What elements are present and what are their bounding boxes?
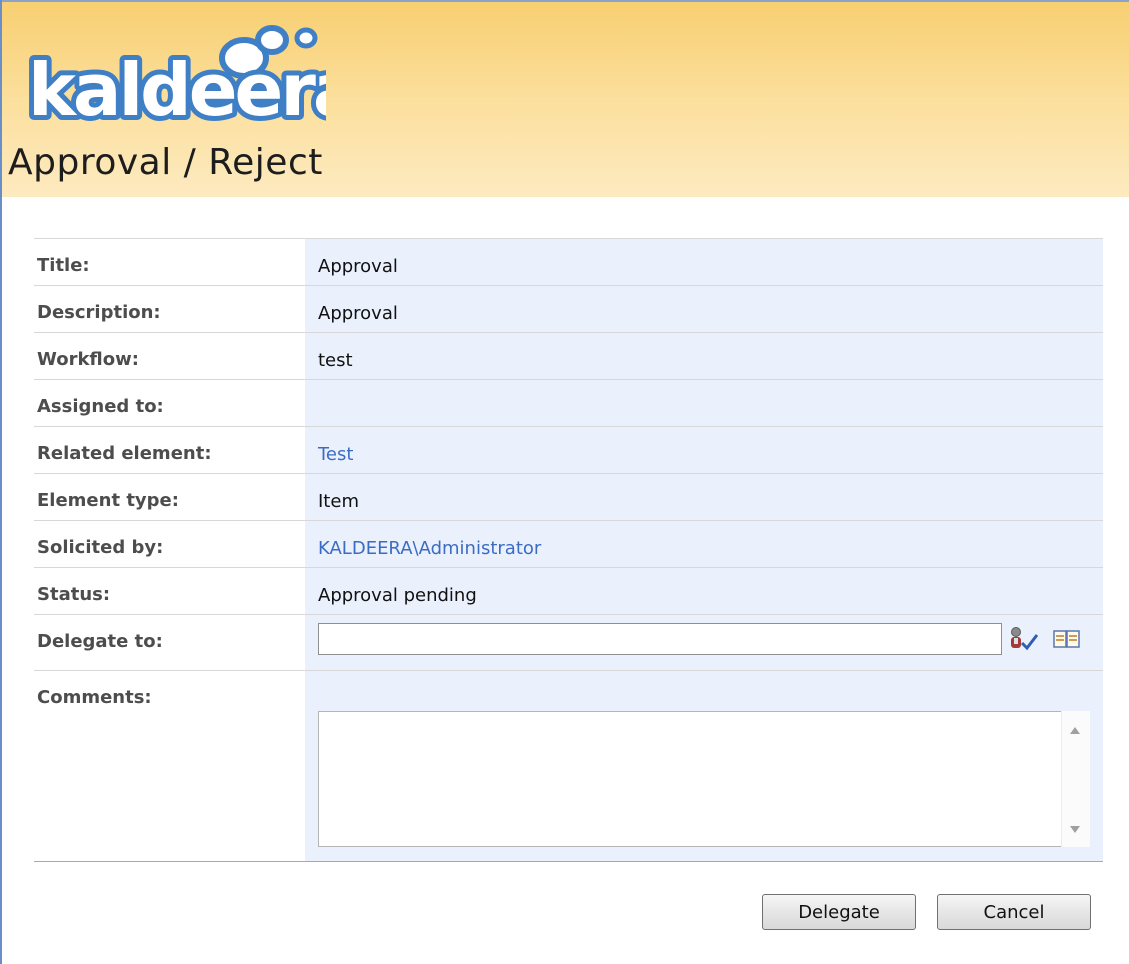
field-value: Approval xyxy=(305,286,1103,332)
kaldeera-logo: kaldeera xyxy=(26,25,326,130)
field-value: Approval pending xyxy=(305,568,1103,614)
field-value: test xyxy=(305,333,1103,379)
field-label: Title: xyxy=(37,255,90,276)
form-divider xyxy=(34,861,1103,862)
field-label: Related element: xyxy=(37,443,212,464)
field-row-status: Status: Approval pending xyxy=(34,567,1103,614)
field-value-container: KALDEERA\Administrator xyxy=(305,521,1103,567)
field-label: Comments: xyxy=(37,687,152,708)
page-header: kaldeera Approval / Reject xyxy=(2,2,1129,197)
approval-form: Title: Approval Description: Approval Wo… xyxy=(34,238,1103,862)
field-label: Description: xyxy=(37,302,161,323)
comments-textarea[interactable] xyxy=(318,711,1090,847)
cancel-button[interactable]: Cancel xyxy=(937,894,1091,930)
field-row-solicited-by: Solicited by: KALDEERA\Administrator xyxy=(34,520,1103,567)
check-names-icon[interactable] xyxy=(1008,626,1038,652)
field-row-related-element: Related element: Test xyxy=(34,426,1103,473)
field-row-comments: Comments: xyxy=(34,670,1103,861)
address-book-icon[interactable] xyxy=(1052,628,1082,650)
field-row-description: Description: Approval xyxy=(34,285,1103,332)
field-row-assigned-to: Assigned to: xyxy=(34,379,1103,426)
field-label: Workflow: xyxy=(37,349,139,370)
field-value-container: Test xyxy=(305,427,1103,473)
field-value: Item xyxy=(305,474,1103,520)
field-row-element-type: Element type: Item xyxy=(34,473,1103,520)
field-label: Element type: xyxy=(37,490,179,511)
svg-text:kaldeera: kaldeera xyxy=(28,48,326,130)
field-value: Approval xyxy=(305,239,1103,285)
solicited-by-link[interactable]: KALDEERA\Administrator xyxy=(318,538,541,559)
delegate-button[interactable]: Delegate xyxy=(762,894,916,930)
field-row-workflow: Workflow: test xyxy=(34,332,1103,379)
field-label: Solicited by: xyxy=(37,537,164,558)
field-row-delegate-to: Delegate to: xyxy=(34,614,1103,670)
page-title: Approval / Reject xyxy=(8,142,323,183)
delegate-to-input[interactable] xyxy=(318,623,1002,655)
field-value xyxy=(305,380,1103,426)
field-row-title: Title: Approval xyxy=(34,238,1103,285)
field-label: Status: xyxy=(37,584,111,605)
field-label: Delegate to: xyxy=(37,631,163,652)
related-element-link[interactable]: Test xyxy=(318,444,353,465)
field-label: Assigned to: xyxy=(37,396,164,417)
